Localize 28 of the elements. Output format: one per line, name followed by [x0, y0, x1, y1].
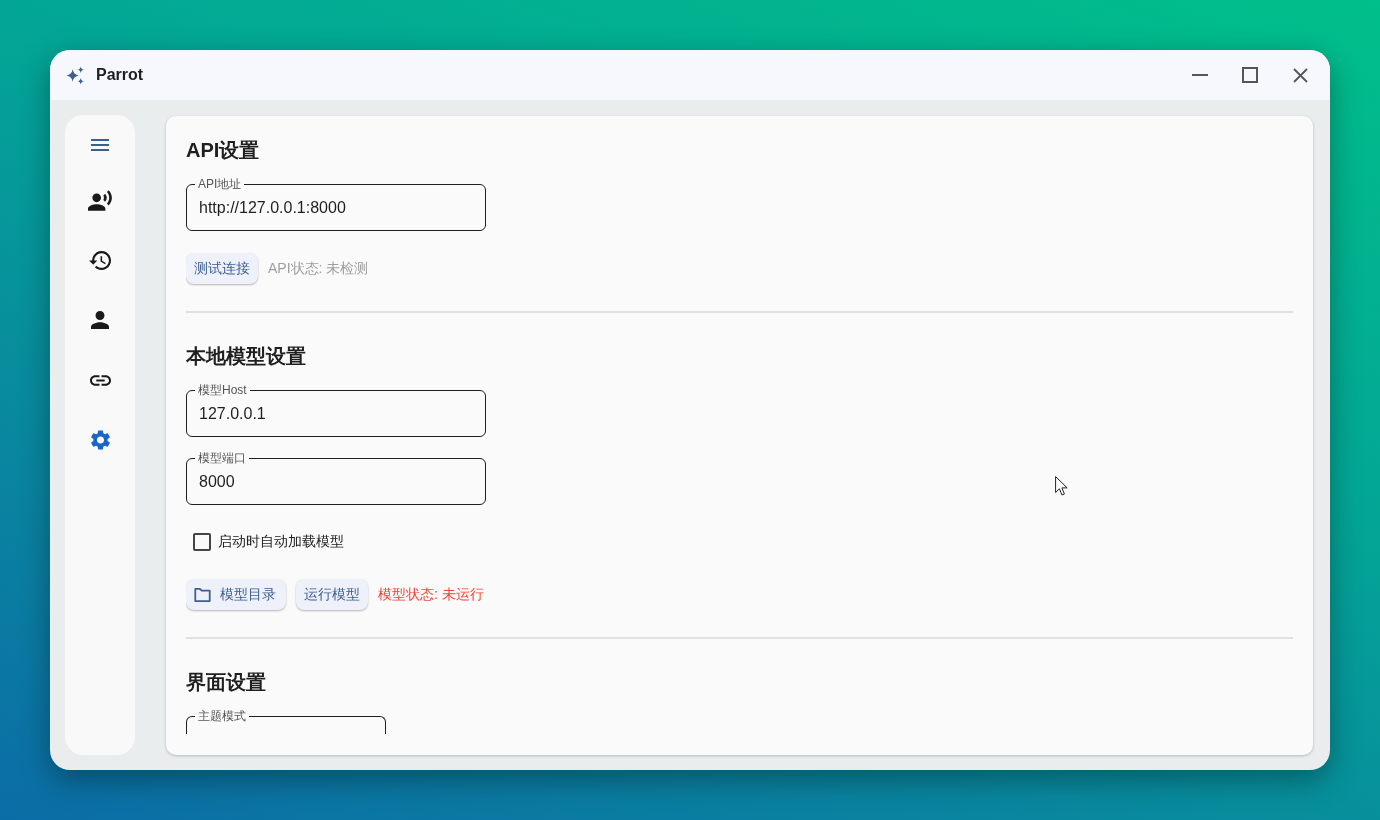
person-icon[interactable]	[91, 311, 109, 329]
checkbox[interactable]	[193, 533, 211, 551]
folder-button[interactable]: 模型目录	[186, 579, 286, 610]
sparkle-icon	[66, 65, 85, 85]
status-text: 模型状态: 未运行	[378, 585, 484, 604]
folder-icon	[194, 587, 211, 602]
history-icon[interactable]	[89, 250, 111, 270]
settings-icon[interactable]	[90, 430, 110, 450]
text-field[interactable]: API地址 http://127.0.0.1:8000	[186, 178, 486, 231]
status-text: API状态: 未检测	[268, 259, 369, 278]
checkbox-label[interactable]: 启动时自动加载模型	[218, 531, 344, 553]
section-title: 界面设置	[186, 670, 267, 695]
voice-person-icon[interactable]	[88, 189, 112, 211]
text-field[interactable]: 模型Host 127.0.0.1	[186, 384, 486, 437]
section-title: 本地模型设置	[186, 344, 307, 369]
field-label: 模型Host	[197, 384, 248, 396]
text-field[interactable]: 模型端口 8000	[186, 452, 486, 505]
field-label: 模型端口	[197, 452, 247, 464]
menu-icon[interactable]	[91, 139, 109, 151]
action-button[interactable]: 测试连接	[186, 253, 258, 284]
action-button[interactable]: 运行模型	[296, 579, 368, 610]
field-label: API地址	[197, 178, 243, 190]
link-icon[interactable]	[89, 374, 111, 386]
maximize-icon[interactable]	[1242, 67, 1258, 83]
window-title: Parrot	[96, 65, 144, 85]
close-icon[interactable]	[1292, 67, 1308, 83]
mouse-pointer-icon	[1055, 476, 1068, 496]
section-title: API设置	[186, 138, 261, 163]
